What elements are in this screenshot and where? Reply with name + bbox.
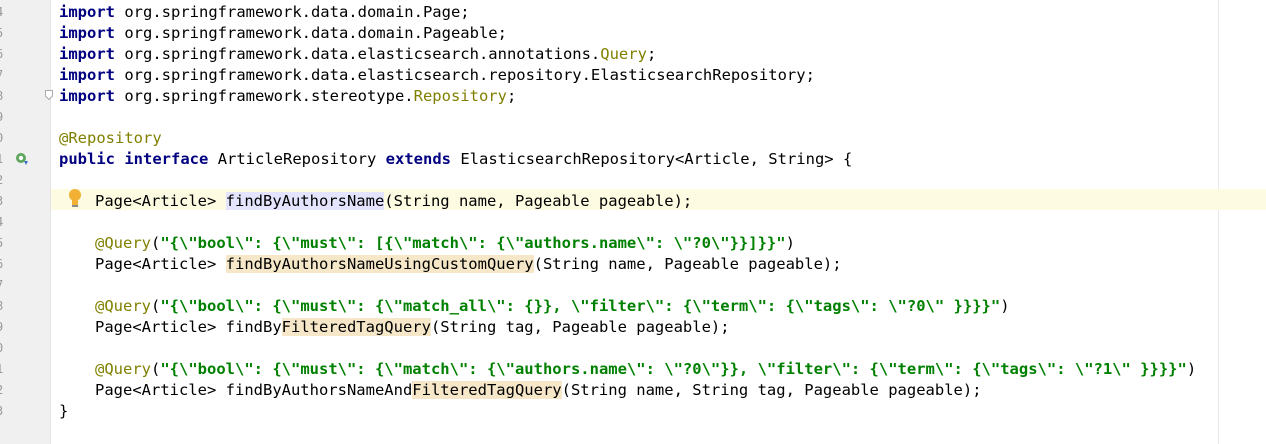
line-number: 9 [0, 317, 6, 338]
fold-marker-icon[interactable] [45, 90, 53, 100]
editor-gutter [0, 0, 50, 444]
line-number: 1 [0, 149, 6, 170]
line-number: 0 [0, 338, 6, 359]
class-declaration: public interface ArticleRepository exten… [59, 150, 853, 168]
method-find-by-authors-name-and-filtered-tag[interactable]: Page<Article> findByAuthorsNameAndFilter… [95, 380, 982, 401]
query-annotation: @Query("{\"bool\": {\"must\": [{\"match\… [95, 234, 795, 252]
implemented-interface-icon[interactable] [15, 152, 29, 166]
line-number: 0 [0, 128, 6, 149]
method-find-by-filtered-tag[interactable]: Page<Article> findByFilteredTagQuery(Str… [95, 317, 730, 338]
method-find-by-authors-name-custom[interactable]: Page<Article> findByAuthorsNameUsingCust… [95, 254, 842, 275]
code-line-import: import org.springframework.stereotype.Re… [59, 87, 517, 105]
line-number: 4 [0, 2, 6, 23]
line-number: 1 [0, 359, 6, 380]
line-number: 7 [0, 275, 6, 296]
class-annotation: @Repository [59, 129, 162, 147]
code-line-import: import org.springframework.data.elastics… [59, 66, 815, 84]
closing-brace: } [59, 402, 69, 420]
method-find-by-authors-name[interactable]: Page<Article> findByAuthorsName(String n… [95, 191, 692, 212]
line-number: 5 [0, 23, 6, 44]
query-annotation: @Query("{\"bool\": {\"must\": {\"match\"… [95, 360, 1197, 378]
code-line-import: import org.springframework.data.domain.P… [59, 24, 507, 42]
intention-bulb-icon[interactable] [66, 188, 84, 209]
code-line-import: import org.springframework.data.domain.P… [59, 3, 470, 21]
line-number: 6 [0, 254, 6, 275]
line-number: 3 [0, 401, 6, 422]
right-margin-guide [1218, 0, 1219, 444]
line-number: 2 [0, 380, 6, 401]
line-number: 7 [0, 65, 6, 86]
line-number: 3 [0, 191, 6, 212]
line-number: 8 [0, 296, 6, 317]
code-line-import: import org.springframework.data.elastics… [59, 45, 657, 63]
line-number: 5 [0, 233, 6, 254]
line-number: 2 [0, 170, 6, 191]
line-number: 8 [0, 86, 6, 107]
line-number: 9 [0, 107, 6, 128]
gutter-separator [50, 0, 51, 444]
query-annotation: @Query("{\"bool\": {\"must\": {\"match_a… [95, 297, 1010, 315]
line-number: 4 [0, 212, 6, 233]
line-number: 6 [0, 44, 6, 65]
